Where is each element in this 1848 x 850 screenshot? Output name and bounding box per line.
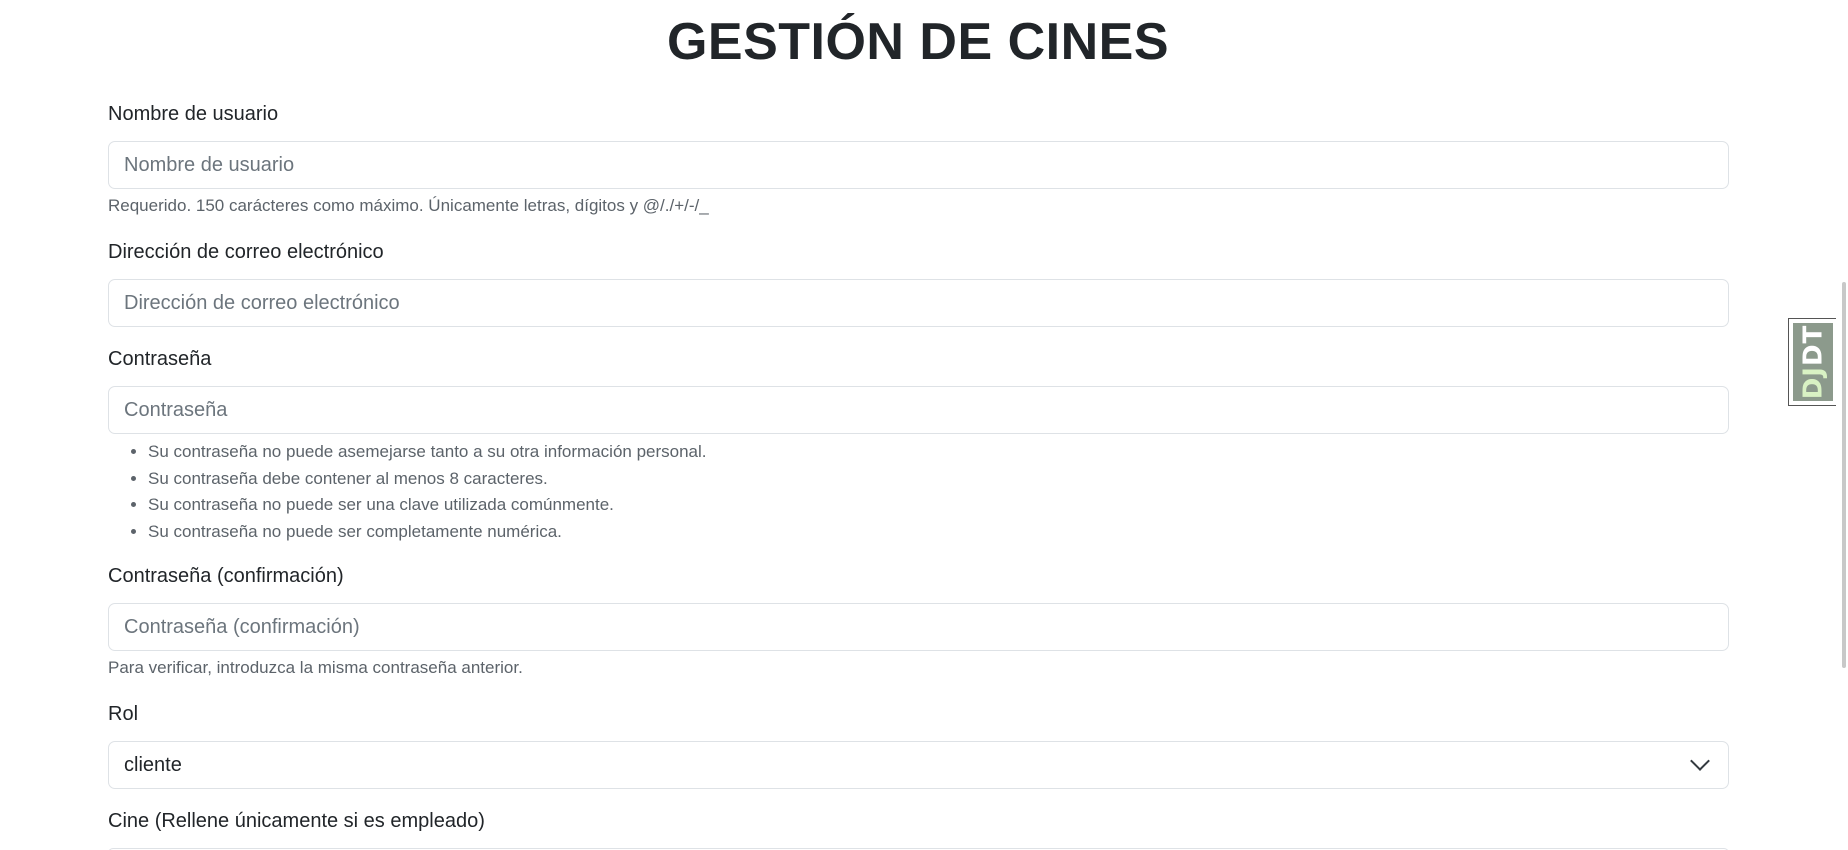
chevron-down-icon — [1690, 751, 1710, 771]
debug-toolbar-handle[interactable]: DJDT — [1788, 318, 1836, 406]
role-select[interactable]: cliente — [108, 741, 1729, 789]
password-label: Contraseña — [108, 348, 212, 370]
password-confirmation-label: Contraseña (confirmación) — [108, 565, 344, 587]
password-confirmation-input[interactable] — [108, 603, 1729, 651]
password-input[interactable] — [108, 386, 1729, 434]
password-help-item: Su contraseña no puede ser completamente… — [148, 519, 707, 546]
scrollbar-thumb[interactable] — [1842, 282, 1846, 668]
debug-toolbar-logo-text: DJDT — [1798, 324, 1828, 400]
cinema-label: Cine (Rellene únicamente si es empleado) — [108, 810, 485, 832]
password-help-list: Su contraseña no puede asemejarse tanto … — [108, 439, 707, 545]
page: GESTIÓN DE CINES Nombre de usuario Reque… — [0, 0, 1848, 850]
username-label: Nombre de usuario — [108, 103, 279, 125]
debug-toolbar-logo: DJDT — [1793, 323, 1833, 401]
username-input[interactable] — [108, 141, 1729, 189]
password-help-item: Su contraseña no puede asemejarse tanto … — [148, 439, 707, 466]
email-label: Dirección de correo electrónico — [108, 241, 384, 263]
page-title: GESTIÓN DE CINES — [666, 13, 1170, 71]
username-help-text: Requerido. 150 carácteres como máximo. Ú… — [108, 196, 709, 215]
email-input[interactable] — [108, 279, 1729, 327]
role-label: Rol — [108, 703, 139, 725]
password-confirmation-help-text: Para verificar, introduzca la misma cont… — [108, 658, 523, 677]
password-help-item: Su contraseña debe contener al menos 8 c… — [148, 466, 707, 493]
vertical-scrollbar[interactable] — [1838, 0, 1848, 850]
password-help-item: Su contraseña no puede ser una clave uti… — [148, 492, 707, 519]
role-selected-value: cliente — [124, 753, 182, 776]
